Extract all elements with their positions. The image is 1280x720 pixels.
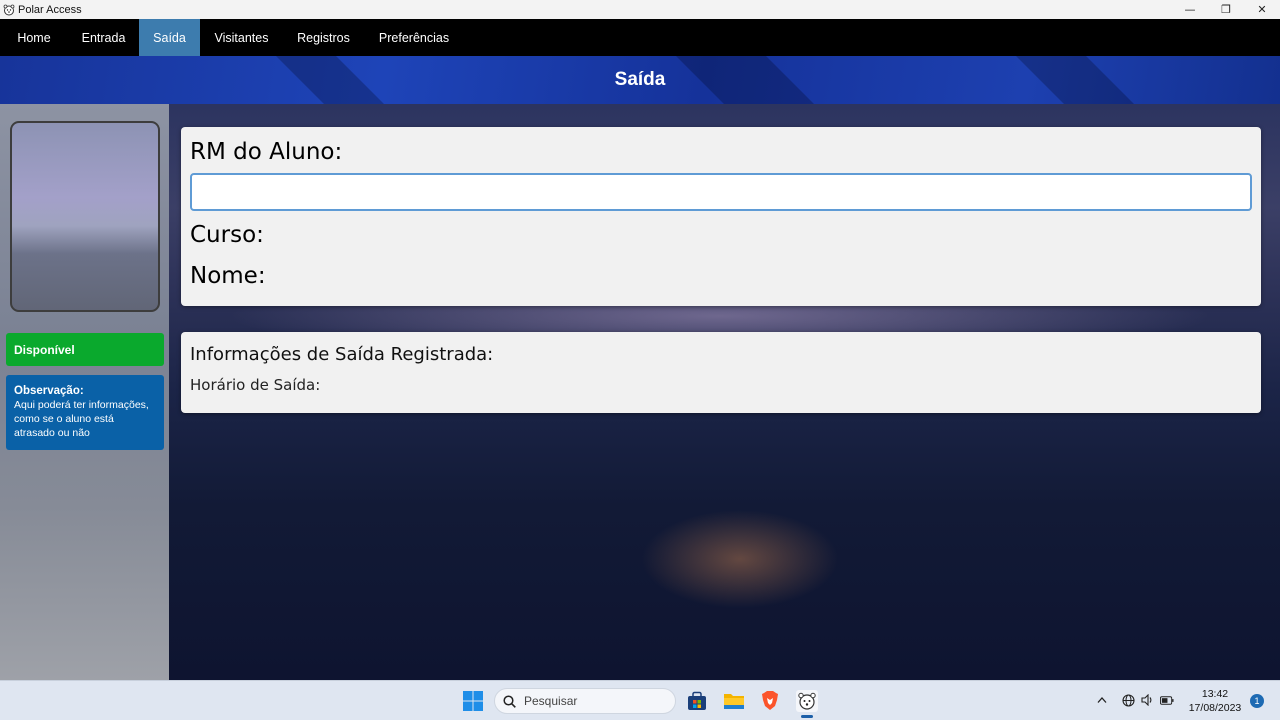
file-explorer-icon[interactable] [722, 689, 746, 713]
taskbar-search[interactable]: Pesquisar [494, 688, 676, 714]
main-menu: Home Entrada Saída Visitantes Registros … [0, 19, 1280, 56]
globe-icon[interactable] [1121, 693, 1135, 707]
taskbar: Pesquisar 13:42 17/08/2023 1 [0, 680, 1280, 720]
title-bar: Polar Access — ❐ ✕ [0, 0, 1280, 19]
menu-item-visitantes[interactable]: Visitantes [200, 19, 283, 56]
rm-label: RM do Aluno: [190, 139, 343, 165]
menu-item-entrada[interactable]: Entrada [68, 19, 139, 56]
store-icon[interactable] [685, 689, 709, 713]
student-photo [10, 121, 160, 312]
observation-text: Aqui poderá ter informações, como se o a… [14, 399, 149, 439]
observation-box: Observação: Aqui poderá ter informações,… [6, 375, 164, 450]
search-placeholder: Pesquisar [524, 694, 578, 708]
polar-bear-app-icon [3, 4, 15, 15]
clock[interactable]: 13:42 17/08/2023 [1184, 687, 1246, 715]
page-header: Saída [0, 56, 1280, 104]
course-label: Curso: [190, 222, 264, 248]
battery-icon[interactable] [1160, 693, 1174, 707]
windows-start-icon[interactable] [461, 689, 485, 713]
close-button[interactable]: ✕ [1244, 0, 1280, 19]
rm-input[interactable] [190, 173, 1252, 211]
student-info-card: RM do Aluno: Curso: Nome: [181, 127, 1261, 306]
clock-time: 13:42 [1201, 688, 1229, 700]
name-label: Nome: [190, 263, 266, 289]
exit-info-title: Informações de Saída Registrada: [190, 344, 494, 365]
sidebar: Disponível Observação: Aqui poderá ter i… [0, 104, 169, 680]
status-badge: Disponível [6, 333, 164, 366]
clock-date: 17/08/2023 [1188, 702, 1242, 714]
window-title: Polar Access [18, 3, 82, 16]
page-title: Saída [614, 69, 666, 90]
menu-item-home[interactable]: Home [0, 19, 68, 56]
menu-item-saida[interactable]: Saída [139, 19, 200, 56]
active-app-indicator [801, 715, 813, 718]
restore-button[interactable]: ❐ [1208, 0, 1244, 19]
observation-title: Observação: [14, 385, 84, 397]
menu-item-preferencias[interactable]: Preferências [364, 19, 464, 56]
search-icon [503, 694, 516, 708]
polar-access-taskbar-icon[interactable] [795, 689, 819, 713]
chevron-up-icon[interactable] [1095, 693, 1109, 707]
minimize-button[interactable]: — [1172, 0, 1208, 19]
menu-item-registros[interactable]: Registros [283, 19, 364, 56]
exit-info-card: Informações de Saída Registrada: Horário… [181, 332, 1261, 413]
speaker-icon[interactable] [1140, 693, 1154, 707]
exit-time-label: Horário de Saída: [190, 376, 321, 394]
notification-badge[interactable]: 1 [1250, 694, 1264, 708]
brave-browser-icon[interactable] [758, 689, 782, 713]
window-controls: — ❐ ✕ [1172, 0, 1280, 19]
